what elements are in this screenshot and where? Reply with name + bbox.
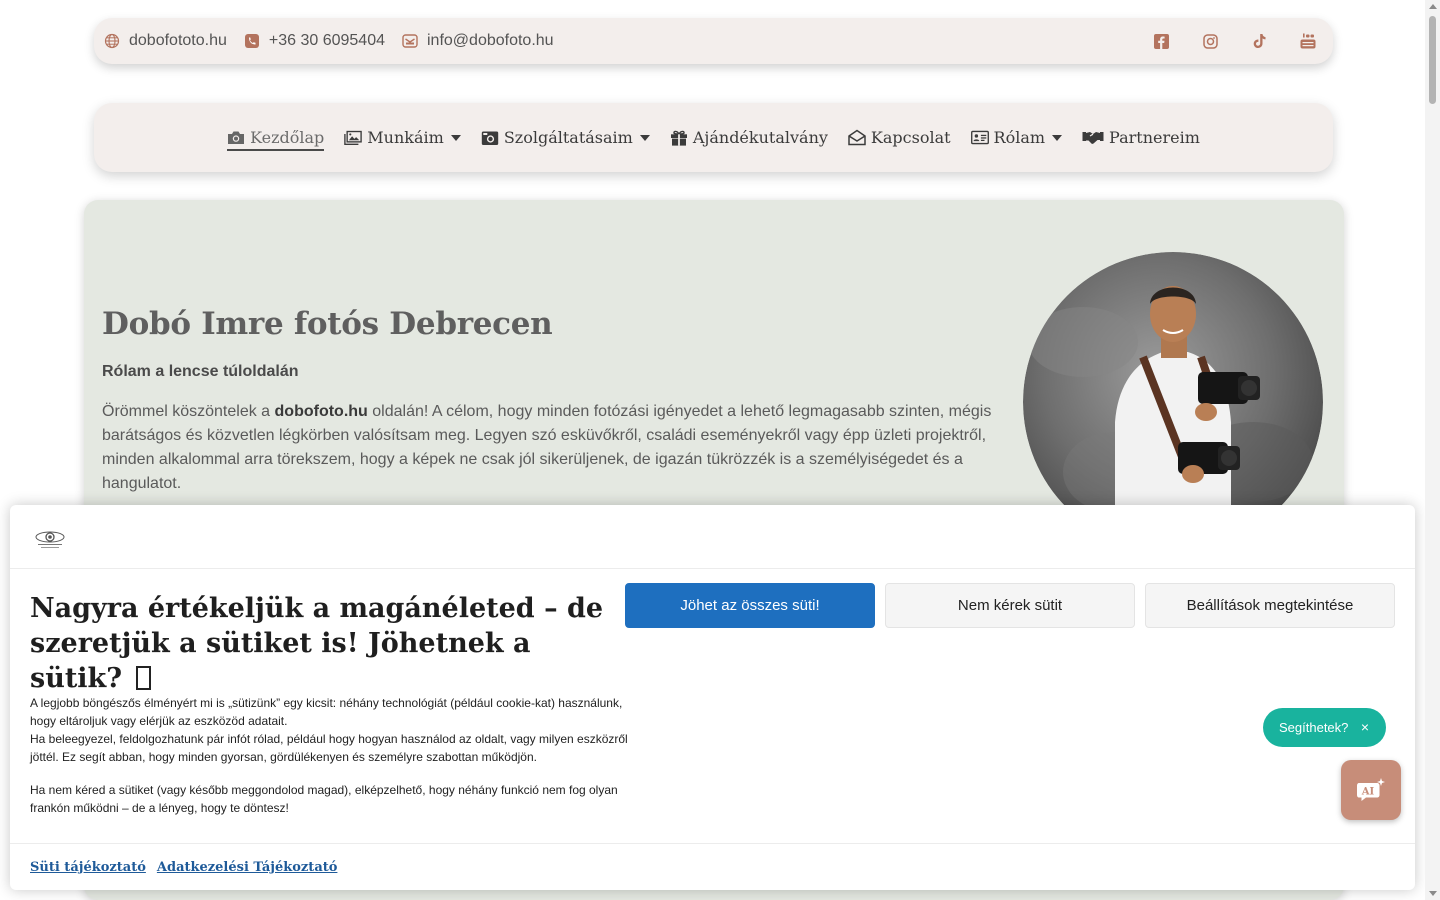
nav-item-szolgaltatasaim[interactable]: Szolgáltatásaim bbox=[481, 128, 650, 147]
cookie-text-line: Ha beleegyezel, feldolgozhatunk pár infó… bbox=[30, 732, 628, 764]
chevron-down-icon bbox=[450, 134, 461, 141]
ai-chat-icon: AI bbox=[1357, 778, 1385, 801]
nav-label-partnereim: Partnereim bbox=[1109, 128, 1200, 147]
scroll-thumb[interactable] bbox=[1429, 16, 1436, 104]
nav-item-rolam[interactable]: Rólam bbox=[970, 128, 1063, 147]
youtube-icon[interactable] bbox=[1299, 32, 1317, 50]
ai-chat-button[interactable]: AI bbox=[1341, 760, 1401, 820]
hero-subtitle: Rólam a lencse túloldalán bbox=[102, 363, 299, 380]
intro-text-start: Örömmel köszöntelek a bbox=[102, 403, 275, 420]
page-title: Dobó Imre fotós Debrecen bbox=[102, 306, 553, 342]
nav-label-kezdolap: Kezdőlap bbox=[250, 128, 325, 147]
cookie-footer: Süti tájékoztató Adatkezelési Tájékoztat… bbox=[10, 843, 1415, 890]
nav-label-munkaim: Munkáim bbox=[367, 128, 444, 147]
page-scrollbar[interactable] bbox=[1425, 0, 1440, 900]
tiktok-icon[interactable] bbox=[1250, 32, 1268, 50]
envelope-open-icon bbox=[848, 129, 866, 146]
scroll-down-arrow[interactable] bbox=[1429, 891, 1437, 896]
website-text: dobofototo.hu bbox=[129, 32, 227, 49]
camera-retro-icon bbox=[481, 130, 499, 146]
nav-label-kapcsolat: Kapcsolat bbox=[870, 128, 951, 147]
nav-item-munkaim[interactable]: Munkáim bbox=[344, 128, 461, 147]
nav-item-ajandekutalvany[interactable]: Ajándékutalvány bbox=[670, 128, 828, 147]
chevron-down-icon bbox=[1052, 134, 1063, 141]
close-icon[interactable]: × bbox=[1361, 719, 1369, 735]
cookie-dialog-header bbox=[10, 505, 1415, 569]
scroll-up-arrow[interactable] bbox=[1429, 4, 1437, 9]
cookie-title: Nagyra értékeljük a magánéleted – de sze… bbox=[30, 591, 620, 696]
nav-label-szolgaltatasaim: Szolgáltatásaim bbox=[503, 128, 633, 147]
mail-icon bbox=[402, 33, 418, 49]
chevron-down-icon bbox=[639, 134, 650, 141]
chat-greeting-text: Segíthetek? bbox=[1279, 720, 1349, 735]
accept-all-button[interactable]: Jöhet az összes süti! bbox=[625, 583, 875, 628]
ai-label: AI bbox=[1361, 787, 1375, 798]
phone-contact[interactable]: +36 30 6095404 bbox=[244, 32, 385, 50]
phone-text: +36 30 6095404 bbox=[268, 32, 385, 49]
cookie-text-line: A legjobb böngészős élményért mi is „süt… bbox=[30, 696, 623, 728]
images-icon bbox=[344, 130, 363, 146]
instagram-icon[interactable] bbox=[1201, 32, 1219, 50]
cookie-paragraph: Ha nem kéred a sütiket (vagy később megg… bbox=[30, 783, 618, 815]
phone-icon bbox=[244, 33, 260, 49]
cookie-consent-dialog: Nagyra értékeljük a magánéleted – de sze… bbox=[10, 505, 1415, 890]
contact-bar: dobofototo.hu +36 30 6095404 info@dobofo… bbox=[94, 18, 1333, 64]
email-contact[interactable]: info@dobofoto.hu bbox=[402, 32, 554, 50]
cookie-buttons: Jöhet az összes süti! Nem kérek sütit Be… bbox=[625, 583, 1405, 628]
social-links bbox=[1121, 32, 1323, 50]
hero-intro-text: Örömmel köszöntelek a dobofoto.hu oldalá… bbox=[102, 400, 1002, 496]
gift-icon bbox=[670, 130, 688, 146]
cookie-emoji-icon bbox=[135, 666, 151, 690]
nav-item-kapcsolat[interactable]: Kapcsolat bbox=[848, 128, 951, 147]
nav-item-partnereim[interactable]: Partnereim bbox=[1082, 128, 1200, 147]
globe-icon bbox=[104, 33, 120, 49]
email-text: info@dobofoto.hu bbox=[427, 32, 554, 49]
view-settings-button[interactable]: Beállítások megtekintése bbox=[1145, 583, 1395, 628]
reject-button[interactable]: Nem kérek sütit bbox=[885, 583, 1135, 628]
id-card-icon bbox=[970, 130, 989, 146]
cookie-paragraph: A legjobb böngészős élményért mi is „süt… bbox=[30, 694, 630, 766]
nav-item-kezdolap[interactable]: Kezdőlap bbox=[227, 128, 325, 151]
privacy-policy-link[interactable]: Adatkezelési Tájékoztató bbox=[157, 860, 338, 875]
handshake-icon bbox=[1082, 130, 1104, 146]
camera-icon bbox=[227, 130, 245, 146]
intro-site-name: dobofoto.hu bbox=[274, 403, 368, 420]
facebook-icon[interactable] bbox=[1152, 32, 1170, 50]
website-contact[interactable]: dobofototo.hu bbox=[104, 32, 227, 50]
nav-label-rolam: Rólam bbox=[993, 128, 1046, 147]
cookie-description: A legjobb böngészős élményért mi is „süt… bbox=[30, 694, 630, 832]
site-logo bbox=[34, 529, 66, 551]
main-nav: Kezdőlap Munkáim Szolgáltatásaim Ajándék… bbox=[94, 103, 1333, 172]
cookie-title-text: Nagyra értékeljük a magánéleted – de sze… bbox=[30, 593, 604, 694]
cookie-policy-link[interactable]: Süti tájékoztató bbox=[30, 860, 146, 875]
chat-greeting-bubble[interactable]: Segíthetek? × bbox=[1263, 708, 1386, 747]
nav-label-ajandekutalvany: Ajándékutalvány bbox=[692, 128, 828, 147]
